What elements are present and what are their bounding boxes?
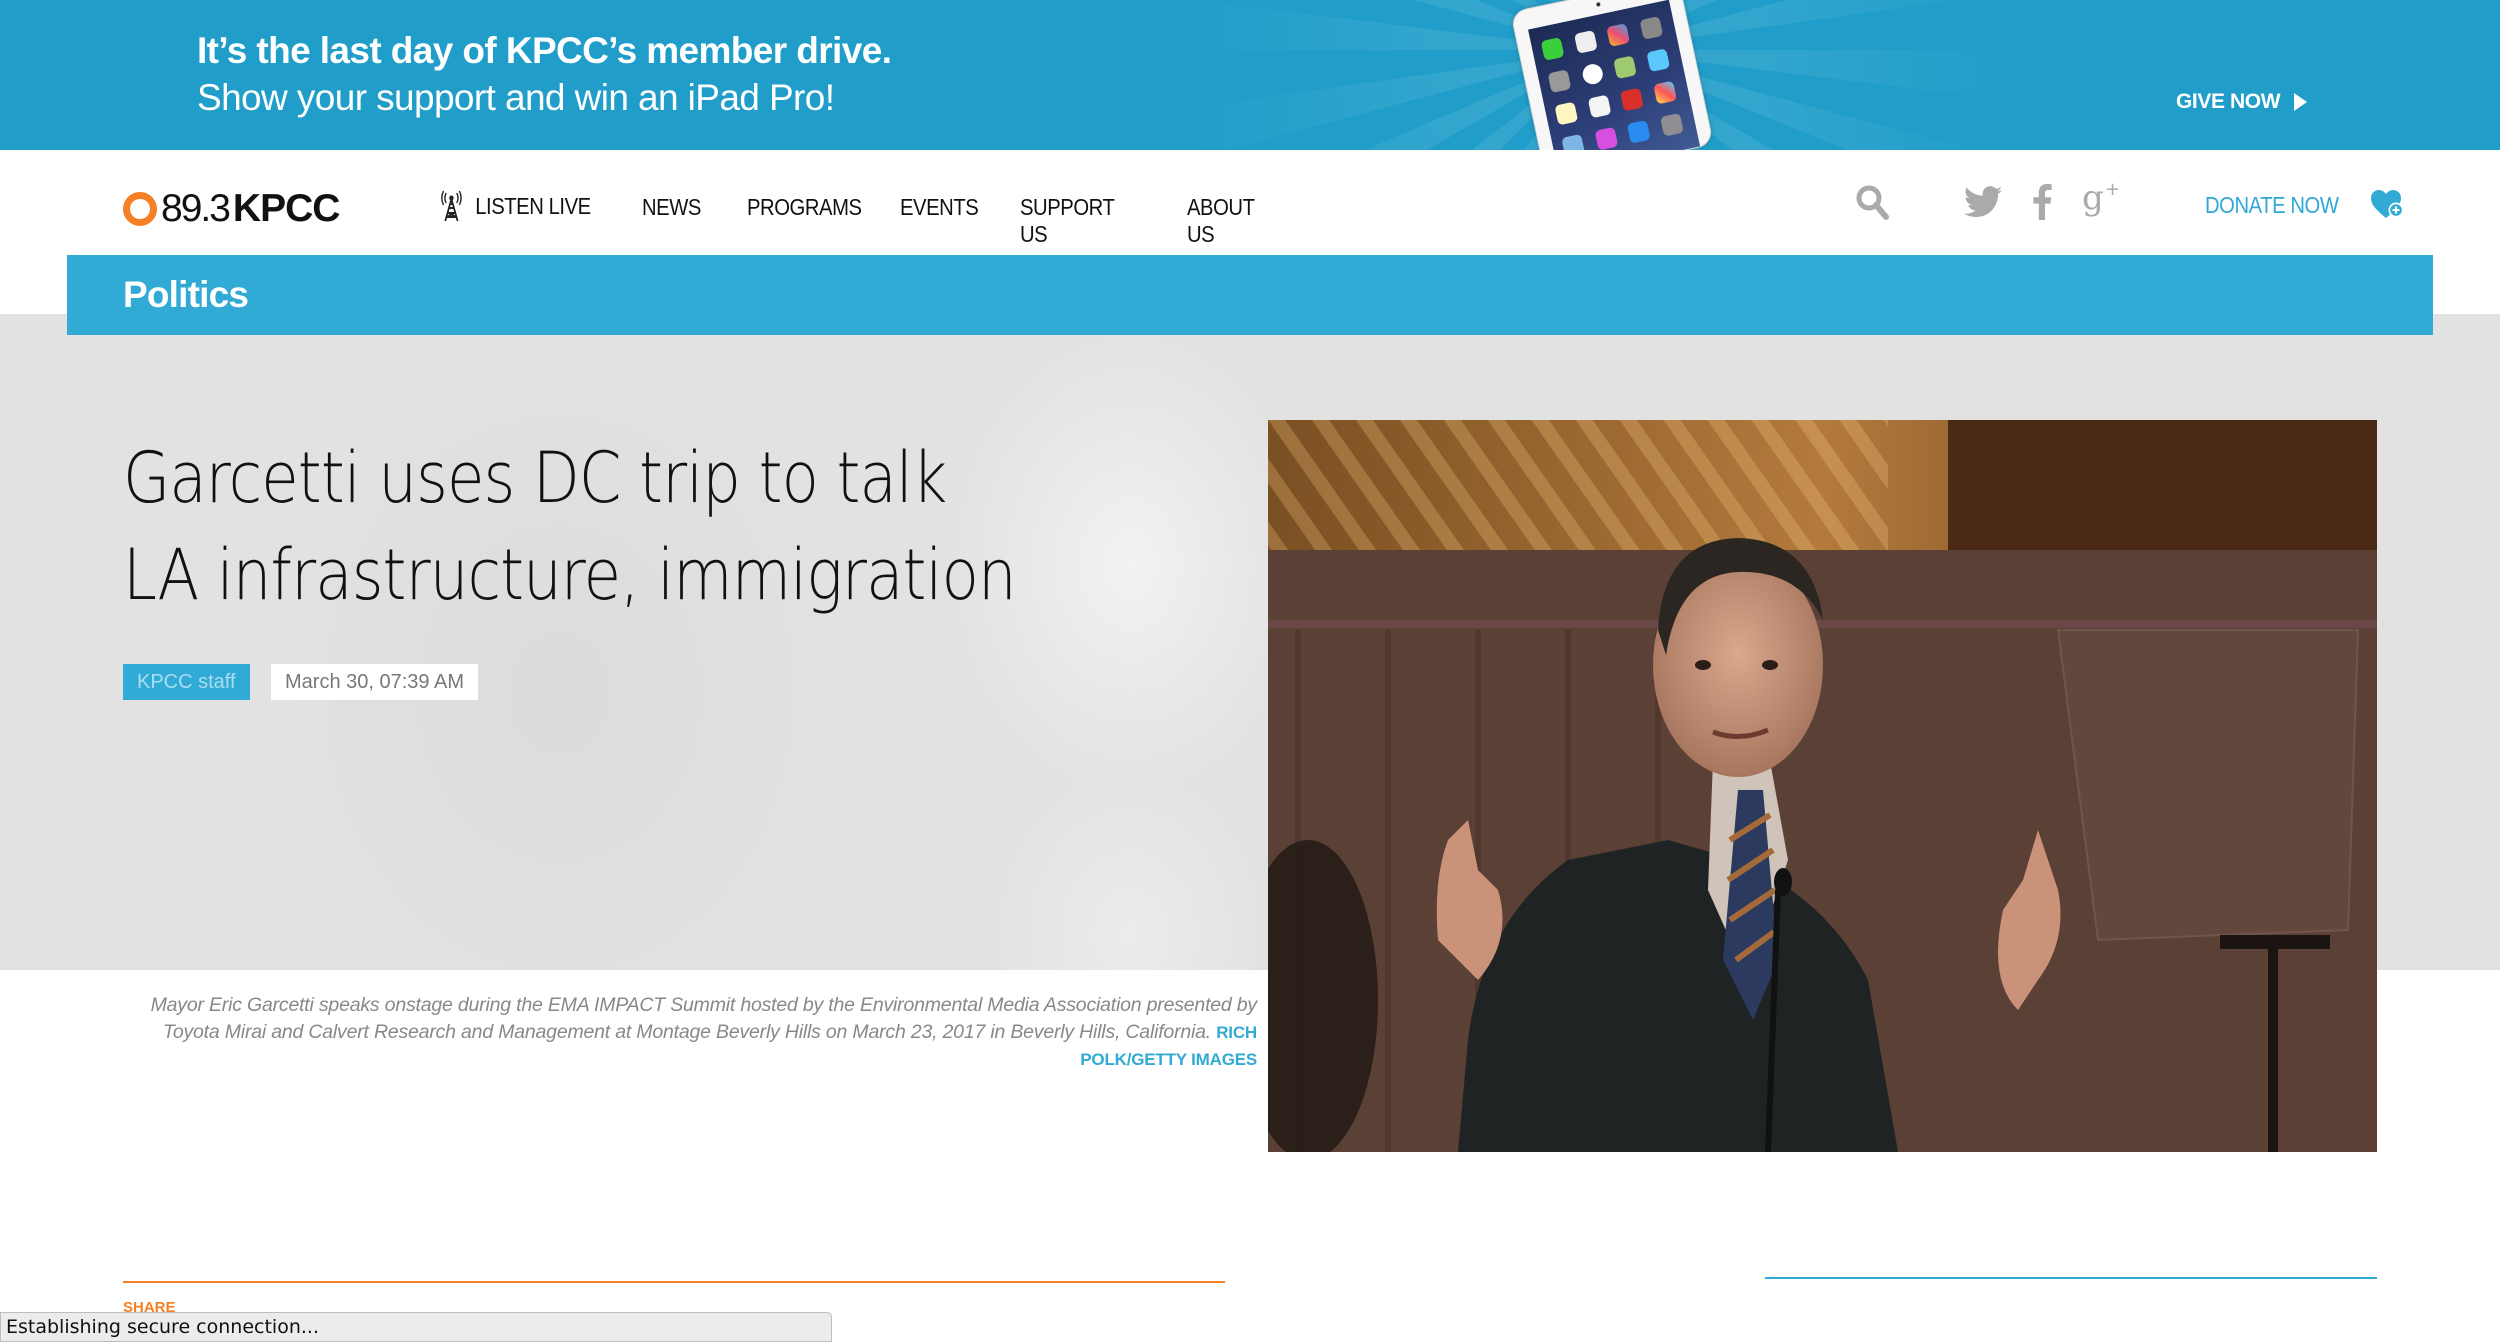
search-icon <box>1856 185 1889 220</box>
ipad-image <box>1510 0 1715 150</box>
app-icon <box>1594 126 1618 150</box>
app-icon <box>1573 30 1598 54</box>
sidebar-divider <box>1765 1277 2377 1279</box>
search-button[interactable] <box>1855 180 1891 224</box>
ipad-screen <box>1528 0 1701 150</box>
app-icon <box>1547 69 1572 94</box>
twitter-link[interactable] <box>1964 180 2002 224</box>
section-header: Politics <box>67 255 2433 335</box>
arrow-right-icon <box>2294 93 2308 111</box>
facebook-link[interactable] <box>2032 180 2052 224</box>
section-title[interactable]: Politics <box>123 274 249 316</box>
app-icon <box>1587 94 1611 119</box>
app-icon <box>1580 62 1605 87</box>
share-divider <box>123 1281 1225 1283</box>
app-icon <box>1561 133 1586 150</box>
donate-now-button[interactable]: DONATE NOW <box>2205 190 2405 220</box>
site-header: 89.3 KPCC LISTEN LIVE NEWS PROGRAMS EVEN… <box>0 150 2500 255</box>
photo-caption: Mayor Eric Garcetti speaks onstage durin… <box>123 992 1258 1074</box>
app-icon <box>1659 113 1684 137</box>
promo-subline: Show your support and win an iPad Pro! <box>197 77 835 118</box>
ipad-camera <box>1595 2 1601 7</box>
article-headline: Garcetti uses DC trip to talk LA infrast… <box>123 430 1183 624</box>
app-icon <box>1652 80 1677 105</box>
svg-text:+: + <box>2105 181 2120 200</box>
publish-date: March 30, 07:39 AM <box>271 664 478 700</box>
app-icon <box>1606 23 1631 47</box>
promo-headline: It’s the last day of KPCC’s member drive… <box>197 30 892 71</box>
byline-badge[interactable]: KPCC staff <box>123 664 250 700</box>
speaker-photo-illustration <box>1268 420 2377 1152</box>
facebook-icon <box>2033 184 2052 220</box>
app-icon <box>1620 87 1644 112</box>
headline-line: LA infrastructure, immigration <box>123 534 1017 616</box>
browser-status-bar: Establishing secure connection... <box>0 1312 832 1342</box>
promo-banner[interactable]: It’s the last day of KPCC’s member drive… <box>0 0 2500 150</box>
heart-plus-icon <box>2370 190 2404 218</box>
give-now-label: GIVE NOW <box>2176 90 2281 113</box>
headline-line: Garcetti uses DC trip to talk <box>123 437 947 519</box>
app-icon <box>1613 55 1637 80</box>
svg-text:g: g <box>2082 181 2104 218</box>
app-icon <box>1645 48 1670 73</box>
app-icon <box>1639 16 1663 40</box>
app-icon <box>1626 119 1651 144</box>
give-now-button[interactable]: GIVE NOW <box>2176 90 2308 114</box>
caption-text: Mayor Eric Garcetti speaks onstage durin… <box>150 994 1258 1043</box>
google-plus-link[interactable]: g + <box>2082 180 2122 224</box>
twitter-icon <box>1964 186 2002 218</box>
header-utility-icons: g + <box>0 180 2500 224</box>
google-plus-icon: g + <box>2082 181 2120 218</box>
app-icon <box>1540 37 1565 61</box>
article-photo[interactable] <box>1268 420 2377 1152</box>
donate-label: DONATE NOW <box>2205 191 2339 218</box>
app-icon <box>1554 101 1579 126</box>
